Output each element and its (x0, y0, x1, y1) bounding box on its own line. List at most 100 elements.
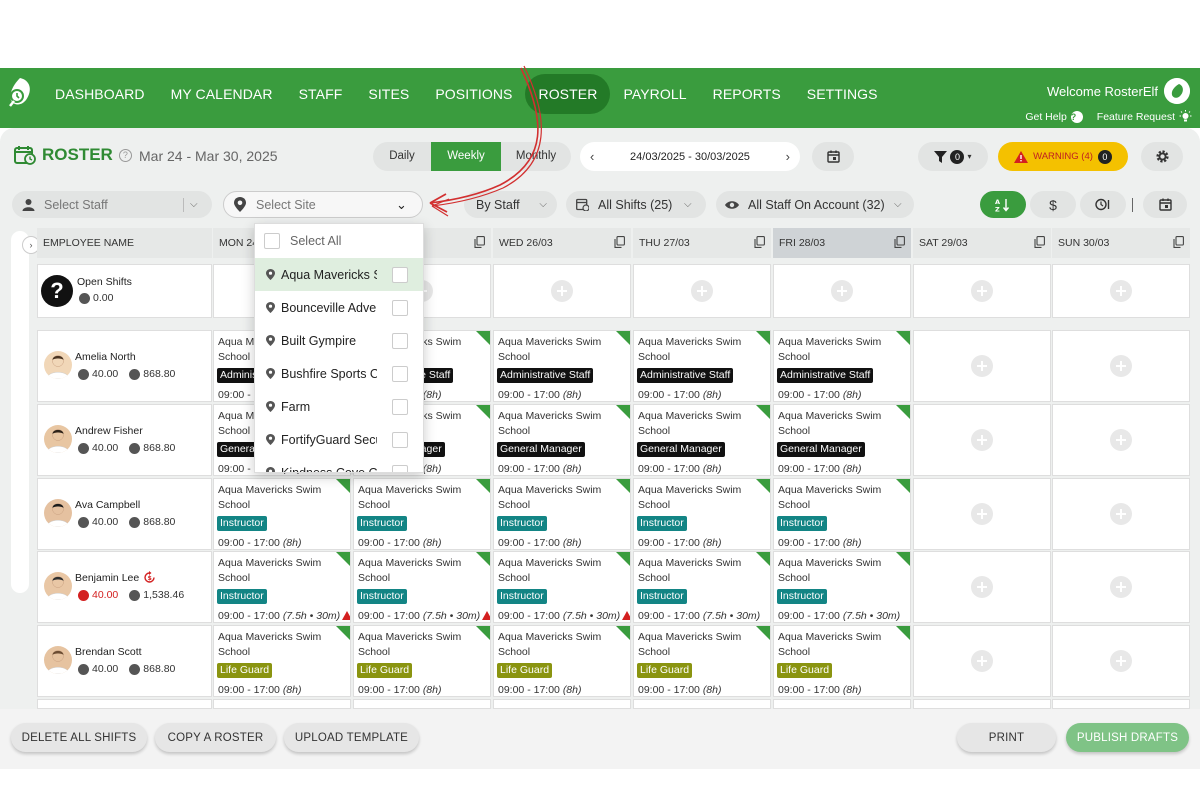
empty-shift-cell[interactable] (1052, 330, 1190, 402)
add-shift-icon[interactable] (551, 280, 573, 302)
feature-request-link[interactable]: Feature Request (1097, 110, 1192, 123)
open-shift-cell[interactable] (773, 264, 911, 318)
site-option[interactable]: Aqua Mavericks Swim School (255, 258, 423, 291)
empty-shift-cell[interactable] (913, 330, 1051, 402)
sort-az-button[interactable]: AZ (980, 191, 1026, 218)
select-all-checkbox[interactable] (264, 233, 280, 249)
site-checkbox[interactable] (392, 333, 408, 349)
employee-row[interactable] (37, 699, 212, 709)
nav-roster[interactable]: ROSTER (525, 74, 611, 114)
add-shift-icon[interactable] (971, 576, 993, 598)
shift-card[interactable]: Aqua Mavericks Swim School Life Guard 09:0… (353, 625, 491, 697)
shift-card[interactable]: Aqua Mavericks Swim SchoolAdministrative… (633, 330, 771, 402)
shift-card[interactable]: Aqua Mavericks Swim School Life Guard 09:0… (633, 625, 771, 697)
empty-shift-cell[interactable] (213, 699, 351, 709)
rosterelf-logo-icon[interactable] (6, 76, 34, 110)
copy-day-icon[interactable] (1034, 236, 1045, 248)
copy-day-icon[interactable] (1173, 236, 1184, 248)
empty-shift-cell[interactable] (633, 699, 771, 709)
open-shift-cell[interactable] (493, 264, 631, 318)
site-option[interactable]: Kindness Cove Childcare (255, 456, 423, 472)
copy-day-icon[interactable] (754, 236, 765, 248)
empty-shift-cell[interactable] (1052, 551, 1190, 623)
jump-to-date-button[interactable] (1143, 191, 1187, 218)
shift-card[interactable]: Aqua Mavericks Swim SchoolGeneral Manage… (773, 404, 911, 476)
select-all-option[interactable]: Select All (255, 224, 423, 258)
empty-shift-cell[interactable] (913, 478, 1051, 550)
site-checkbox[interactable] (392, 366, 408, 382)
filter-button[interactable]: 0 ▾ (918, 142, 988, 171)
site-option[interactable]: Built Gympire (255, 324, 423, 357)
empty-shift-cell[interactable] (1052, 699, 1190, 709)
site-checkbox[interactable] (392, 465, 408, 472)
shift-card[interactable]: Aqua Mavericks Swim School Life Guard 09:0… (493, 625, 631, 697)
upload-template-button[interactable]: UPLOAD TEMPLATE (284, 723, 419, 752)
get-help-link[interactable]: Get Help? (1025, 110, 1083, 123)
warning-icon[interactable] (342, 611, 350, 620)
empty-shift-cell[interactable] (913, 625, 1051, 697)
site-option[interactable]: Bounceville Adventures (255, 291, 423, 324)
shift-card[interactable]: Aqua Mavericks Swim School Instructor 09:0… (633, 478, 771, 550)
view-daily-button[interactable]: Daily (373, 142, 431, 171)
add-shift-icon[interactable] (831, 280, 853, 302)
next-week-button[interactable]: › (786, 149, 790, 164)
shifts-filter-dropdown[interactable]: All Shifts (25) ⌵ (566, 191, 706, 218)
nav-reports[interactable]: REPORTS (700, 74, 794, 114)
empty-shift-cell[interactable] (913, 551, 1051, 623)
user-avatar-icon[interactable] (1164, 78, 1190, 104)
copy-day-icon[interactable] (614, 236, 625, 248)
view-monthly-button[interactable]: Monthly (501, 142, 571, 171)
vertical-scrollbar[interactable] (11, 231, 29, 593)
copy-roster-button[interactable]: COPY A ROSTER (155, 723, 276, 752)
view-weekly-button[interactable]: Weekly (431, 142, 501, 171)
nav-payroll[interactable]: PAYROLL (610, 74, 699, 114)
nav-sites[interactable]: SITES (355, 74, 422, 114)
show-hours-button[interactable] (1080, 191, 1126, 218)
calendar-button[interactable] (812, 142, 854, 171)
shift-card[interactable]: Aqua Mavericks Swim SchoolAdministrative… (493, 330, 631, 402)
warning-button[interactable]: WARNING (4) 0 (998, 142, 1128, 171)
site-checkbox[interactable] (392, 432, 408, 448)
nav-staff[interactable]: STAFF (286, 74, 356, 114)
empty-shift-cell[interactable] (913, 404, 1051, 476)
shift-card[interactable]: Aqua Mavericks Swim School Life Guard 09:0… (773, 625, 911, 697)
site-checkbox[interactable] (392, 399, 408, 415)
employee-row[interactable]: Benjamin Lee $40.00 1,538.46 (37, 551, 212, 623)
add-shift-icon[interactable] (971, 429, 993, 451)
nav-dashboard[interactable]: DASHBOARD (42, 74, 158, 114)
shift-card[interactable]: Aqua Mavericks Swim School Instructor 09:0… (773, 478, 911, 550)
shift-card[interactable]: Aqua Mavericks Swim School Instructor 09:0… (353, 478, 491, 550)
add-shift-icon[interactable] (971, 280, 993, 302)
print-button[interactable]: PRINT (957, 723, 1056, 752)
employee-row[interactable]: Ava Campbell 40.00 868.80 (37, 478, 212, 550)
shift-card[interactable]: Aqua Mavericks Swim SchoolGeneral Manage… (633, 404, 771, 476)
add-shift-icon[interactable] (971, 503, 993, 525)
add-shift-icon[interactable] (971, 355, 993, 377)
empty-shift-cell[interactable] (1052, 404, 1190, 476)
publish-drafts-button[interactable]: PUBLISH DRAFTS (1066, 723, 1189, 752)
empty-shift-cell[interactable] (773, 699, 911, 709)
open-shift-cell[interactable] (913, 264, 1051, 318)
warning-icon[interactable] (482, 611, 490, 620)
add-shift-icon[interactable] (1110, 650, 1132, 672)
warning-icon[interactable] (622, 611, 630, 620)
nav-my-calendar[interactable]: MY CALENDAR (158, 74, 286, 114)
shift-card[interactable]: Aqua Mavericks Swim School Life Guard 09:0… (213, 625, 351, 697)
site-option[interactable]: Farm (255, 390, 423, 423)
employee-row[interactable]: Brendan Scott 40.00 868.80 (37, 625, 212, 697)
site-checkbox[interactable] (392, 300, 408, 316)
info-icon[interactable]: ? (118, 148, 132, 162)
shift-card[interactable]: Aqua Mavericks Swim School Instructor 09:0… (213, 478, 351, 550)
delete-all-shifts-button[interactable]: DELETE ALL SHIFTS (11, 723, 147, 752)
empty-shift-cell[interactable] (353, 699, 491, 709)
empty-shift-cell[interactable] (1052, 625, 1190, 697)
employee-row[interactable]: Andrew Fisher 40.00 868.80 (37, 404, 212, 476)
sync-alert-icon[interactable]: $ (143, 571, 156, 584)
shift-card[interactable]: Aqua Mavericks Swim SchoolGeneral Manage… (493, 404, 631, 476)
add-shift-icon[interactable] (1110, 280, 1132, 302)
shift-card[interactable]: Aqua Mavericks Swim School Instructor 09:0… (633, 551, 771, 623)
nav-settings[interactable]: SETTINGS (794, 74, 891, 114)
nav-positions[interactable]: POSITIONS (422, 74, 525, 114)
site-checkbox[interactable] (392, 267, 408, 283)
add-shift-icon[interactable] (1110, 355, 1132, 377)
